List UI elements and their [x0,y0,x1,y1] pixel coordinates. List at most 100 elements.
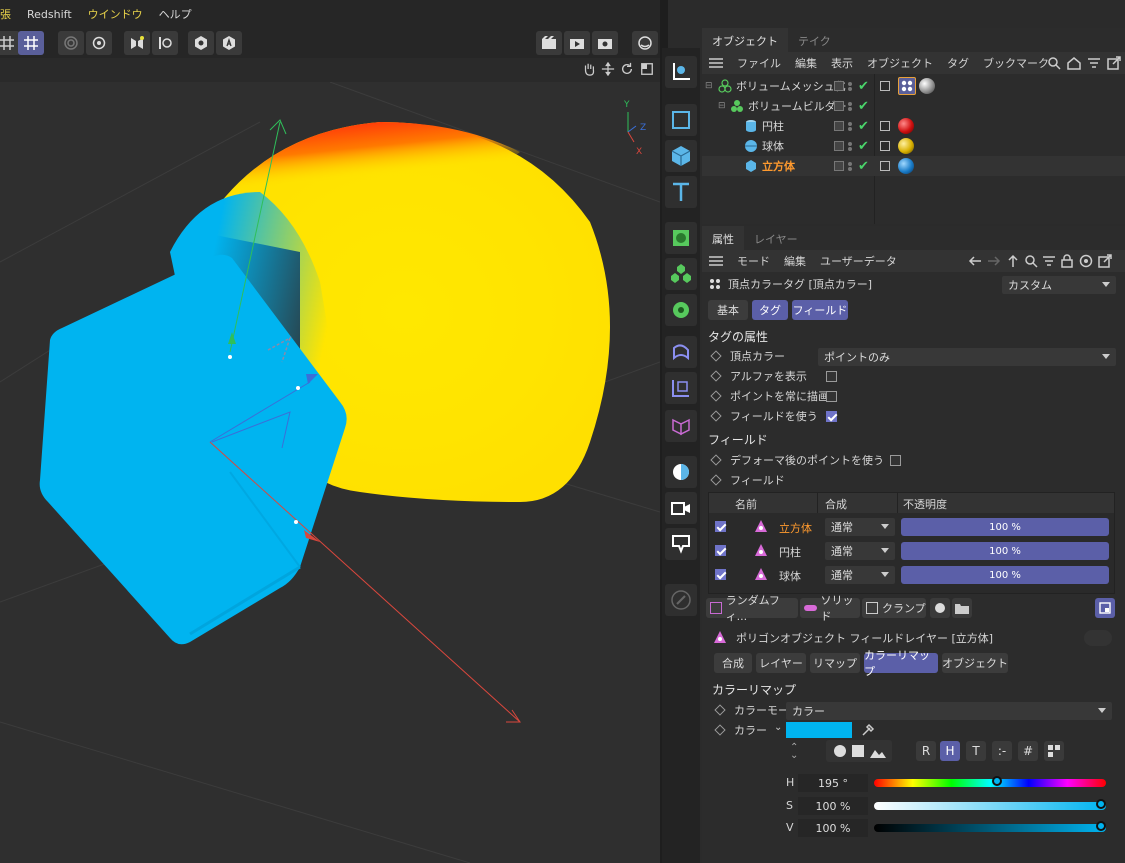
chevron-down-icon[interactable]: ⌄ [774,722,782,733]
tree-row-volume-builder[interactable]: ⊟ ボリュームビルダー ✔ [702,96,1125,116]
table-row[interactable]: 立方体 通常 100 % [709,515,1114,539]
filter-icon[interactable] [1042,254,1056,268]
menu-item-window[interactable]: ウインドウ [80,6,151,22]
vertex-color-dropdown[interactable]: ポイントのみ [818,348,1116,366]
eyedropper-icon[interactable] [860,722,876,738]
value-slider-knob[interactable] [1096,821,1106,831]
show-alpha-checkbox[interactable] [826,370,837,382]
add-folder-icon[interactable] [952,598,972,618]
menu-bookmark[interactable]: ブックマーク [976,55,1056,71]
hsv-mode-button[interactable]: H [940,741,960,761]
render-to-picture-viewer-icon[interactable] [564,31,590,55]
effector-icon[interactable] [665,294,697,326]
vertex-color-tag-icon[interactable] [898,77,916,95]
color-mode-dropdown[interactable]: カラー [786,702,1112,720]
always-draw-checkbox[interactable] [826,390,837,402]
tab-layers[interactable]: レイヤー [744,226,808,250]
wheel-mode-icon[interactable] [834,745,846,757]
up-arrow-icon[interactable] [1006,254,1020,268]
symmetry-icon[interactable] [124,31,150,55]
value-slider[interactable] [874,824,1106,832]
tab-takes[interactable]: テイク [788,28,841,52]
material-white-icon[interactable] [919,78,935,94]
search-icon[interactable] [1047,56,1061,70]
tree-row-cylinder[interactable]: 円柱 ✔ [702,116,1125,136]
clamp-button[interactable]: クランプ [862,598,926,618]
layer-tab-blend[interactable]: 合成 [714,653,752,673]
move-view-icon[interactable] [601,62,615,76]
symmetry-settings-icon[interactable] [152,31,178,55]
auto-icon[interactable] [216,31,242,55]
hue-input[interactable]: 195 ° [798,774,868,792]
record-icon[interactable] [930,598,950,618]
keyframe-diamond-icon[interactable] [710,474,722,486]
menu-tag[interactable]: タグ [940,55,976,71]
rectangle-spline-icon[interactable] [665,104,697,136]
table-row[interactable]: 球体 通常 100 % [709,563,1114,587]
menu-item-redshift[interactable]: Redshift [19,8,80,21]
enabled-check-icon[interactable]: ✔ [858,159,869,174]
light-icon[interactable] [665,528,697,560]
editor-render-dots[interactable] [848,161,852,172]
tree-row-volume-mesher[interactable]: ⊟ ボリュームメッシュ化 ✔ [702,76,1125,96]
render-region-icon[interactable] [536,31,562,55]
menu-item-partial[interactable]: 張 [0,6,19,22]
keyframe-diamond-icon[interactable] [710,390,722,402]
cube-icon[interactable] [665,140,697,172]
column-header-name[interactable]: 名前 [735,496,757,512]
opacity-slider[interactable]: 100 % [901,518,1109,536]
tab-attributes[interactable]: 属性 [702,226,744,250]
saturation-slider[interactable] [874,802,1106,810]
hamburger-menu-icon[interactable] [702,256,730,266]
subdivision-surface-icon[interactable] [665,222,697,254]
layer-tab-object[interactable]: オブジェクト [942,653,1008,673]
material-red-icon[interactable] [898,118,914,134]
back-arrow-icon[interactable] [968,254,982,268]
column-header-opacity[interactable]: 不透明度 [903,496,947,512]
tab-objects[interactable]: オブジェクト [702,28,788,52]
enabled-check-icon[interactable]: ✔ [858,99,869,114]
temperature-mode-button[interactable]: T [966,741,986,761]
menu-edit[interactable]: 編集 [788,55,824,71]
menu-mode[interactable]: モード [730,253,777,269]
3d-scene-canvas[interactable]: Y Z X [0,82,660,863]
target-icon[interactable] [1079,254,1093,268]
random-field-button[interactable]: ランダムフィ... [706,594,798,623]
phong-tag-icon[interactable] [880,141,890,151]
new-window-icon[interactable] [1095,598,1115,618]
pan-hand-icon[interactable] [582,62,596,76]
subtab-tag[interactable]: タグ [752,300,788,320]
hue-slider[interactable] [874,779,1106,787]
subtab-basic[interactable]: 基本 [708,300,748,320]
material-blue-icon[interactable] [898,158,914,174]
mixer-mode-button[interactable]: :- [992,741,1012,761]
deformer-bend-icon[interactable] [665,336,697,368]
new-window-icon[interactable] [1107,56,1121,70]
field-enable-checkbox[interactable] [715,545,726,556]
preset-dropdown[interactable]: カスタム [1002,276,1116,294]
cloner-icon[interactable] [665,258,697,290]
material-yellow-icon[interactable] [898,138,914,154]
editor-render-dots[interactable] [848,101,852,112]
render-settings-icon[interactable] [592,31,618,55]
pen-tool-icon[interactable] [665,584,697,616]
layout-icon[interactable] [632,31,658,55]
blend-dropdown[interactable]: 通常 [825,518,895,536]
coordinate-system-icon[interactable] [665,56,697,88]
visibility-toggle[interactable] [834,101,844,111]
collapse-arrows-icon[interactable]: ⌃ ⌄ [790,743,798,761]
editor-render-dots[interactable] [848,121,852,132]
search-icon[interactable] [1024,254,1038,268]
field-icon[interactable] [665,410,697,442]
settings-gear-icon[interactable] [86,31,112,55]
deformer-axis-icon[interactable] [665,372,697,404]
color-swatch[interactable] [786,722,852,738]
menu-item-help[interactable]: ヘルプ [151,6,200,22]
menu-file[interactable]: ファイル [730,55,788,71]
layer-tab-color-remap[interactable]: カラーリマップ [864,649,938,678]
column-header-blend[interactable]: 合成 [825,496,847,512]
phong-tag-icon[interactable] [880,81,890,91]
new-window-icon[interactable] [1098,254,1112,268]
value-input[interactable]: 100 % [798,819,868,837]
rgb-mode-button[interactable]: R [916,741,936,761]
